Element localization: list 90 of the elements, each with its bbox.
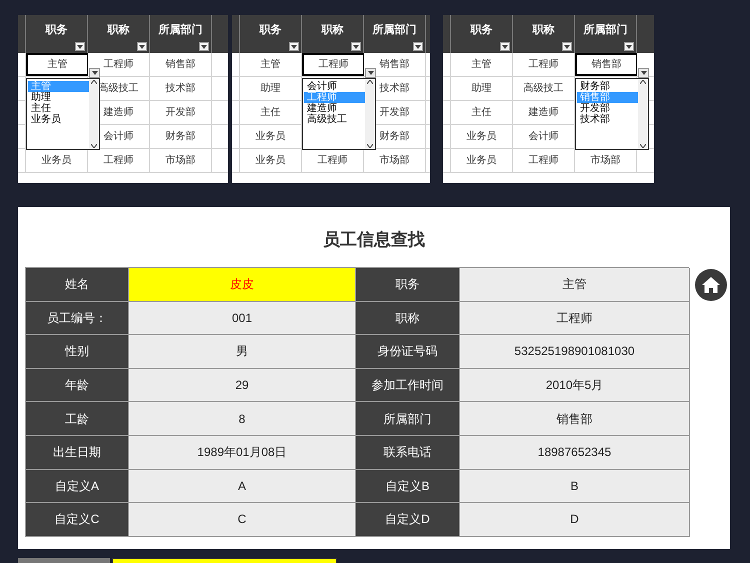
field-value: 皮皮 [129, 268, 356, 302]
scroll-down-icon[interactable] [640, 144, 646, 148]
table-cell: 技术部 [150, 77, 212, 100]
scrollbar[interactable] [638, 79, 648, 149]
field-label: 自定义A [26, 470, 129, 504]
table-cell: 业务员 [451, 149, 513, 172]
dropdown-arrow-icon[interactable] [351, 42, 361, 51]
field-value: 8 [129, 402, 356, 436]
table-cell: 主管 [26, 53, 88, 76]
column-header: 职务 [451, 15, 513, 53]
field-label: 联系电话 [356, 436, 460, 470]
field-label: 姓名 [26, 268, 129, 302]
column-header: 职务 [240, 15, 302, 53]
dropdown-arrow-icon[interactable] [413, 42, 423, 51]
field-value: 001 [129, 302, 356, 336]
scrollbar[interactable] [365, 79, 375, 149]
field-value: D [460, 503, 690, 537]
table-cell: 工程师 [302, 53, 364, 76]
table-cell: 销售部 [150, 53, 212, 76]
column-header: 职称 [88, 15, 150, 53]
dropdown-arrow-icon[interactable] [638, 68, 649, 78]
field-label: 所属部门 [356, 402, 460, 436]
dropdown-option[interactable]: 业务员 [28, 114, 89, 125]
field-label: 工龄 [26, 402, 129, 436]
scroll-down-icon[interactable] [91, 144, 97, 148]
column-header: 职称 [302, 15, 364, 53]
field-value: C [129, 503, 356, 537]
table-cell: 业务员 [240, 149, 302, 172]
dropdown-arrow-icon[interactable] [75, 42, 85, 51]
field-label: 自定义B [356, 470, 460, 504]
dropdown-arrow-icon[interactable] [624, 42, 634, 51]
dropdown-arrow-icon[interactable] [500, 42, 510, 51]
field-label: 自定义C [26, 503, 129, 537]
scroll-up-icon[interactable] [640, 80, 646, 84]
field-value: 532525198901081030 [460, 335, 690, 369]
dropdown-option[interactable]: 技术部 [577, 114, 638, 125]
field-label: 年龄 [26, 368, 129, 402]
field-value: A [129, 470, 356, 504]
table-cell: 工程师 [513, 53, 575, 76]
dropdown-arrow-icon[interactable] [365, 68, 376, 78]
dropdown-option[interactable]: 主任 [28, 103, 89, 114]
dropdown-arrow-icon[interactable] [89, 68, 100, 78]
table-cell: 主任 [451, 101, 513, 124]
field-value: 男 [129, 335, 356, 369]
scroll-up-icon[interactable] [367, 80, 373, 84]
dropdown-arrow-icon[interactable] [289, 42, 299, 51]
field-value: 29 [129, 368, 356, 402]
dropdown-arrow-icon[interactable] [137, 42, 147, 51]
scroll-up-icon[interactable] [91, 80, 97, 84]
table-cell: 财务部 [150, 125, 212, 148]
field-value: 主管 [460, 268, 690, 302]
table-cell: 助理 [451, 77, 513, 100]
field-value: B [460, 470, 690, 504]
dropdown-arrow-icon[interactable] [199, 42, 209, 51]
dropdown-arrow-icon[interactable] [562, 42, 572, 51]
dropdown-option[interactable]: 助理 [28, 92, 89, 103]
scroll-down-icon[interactable] [367, 144, 373, 148]
column-header: 职务 [26, 15, 88, 53]
table-cell: 主管 [451, 53, 513, 76]
table-cell: 开发部 [150, 101, 212, 124]
field-value: 18987652345 [460, 436, 690, 470]
table-cell: 市场部 [150, 149, 212, 172]
field-label: 员工编号： [26, 302, 129, 336]
field-label: 职务 [356, 268, 460, 302]
form-title: 员工信息查找 [322, 229, 426, 251]
scrollbar[interactable] [89, 79, 99, 149]
field-value: 2010年5月 [460, 368, 690, 402]
field-label: 性别 [26, 335, 129, 369]
field-value: 销售部 [460, 402, 690, 436]
column-header: 所属部门 [575, 15, 637, 53]
dropdown-option[interactable]: 高级技工 [304, 114, 365, 125]
dropdown-option[interactable]: 建造师 [304, 103, 365, 114]
field-label: 出生日期 [26, 436, 129, 470]
field-value: 工程师 [460, 302, 690, 336]
home-icon [702, 277, 720, 293]
dropdown-option[interactable]: 财务部 [577, 81, 638, 92]
field-label: 身份证号码 [356, 335, 460, 369]
table-cell: 主管 [240, 53, 302, 76]
field-label: 参加工作时间 [356, 368, 460, 402]
field-label: 自定义D [356, 503, 460, 537]
column-header: 所属部门 [150, 15, 212, 53]
field-label: 职称 [356, 302, 460, 336]
table-cell: 业务员 [451, 125, 513, 148]
dropdown-option[interactable]: 会计师 [304, 81, 365, 92]
column-header: 职称 [513, 15, 575, 53]
table-cell: 销售部 [575, 53, 637, 76]
dropdown-option[interactable]: 开发部 [577, 103, 638, 114]
field-value: 1989年01月08日 [129, 436, 356, 470]
column-header: 所属部门 [364, 15, 426, 53]
table-cell: 工程师 [513, 149, 575, 172]
